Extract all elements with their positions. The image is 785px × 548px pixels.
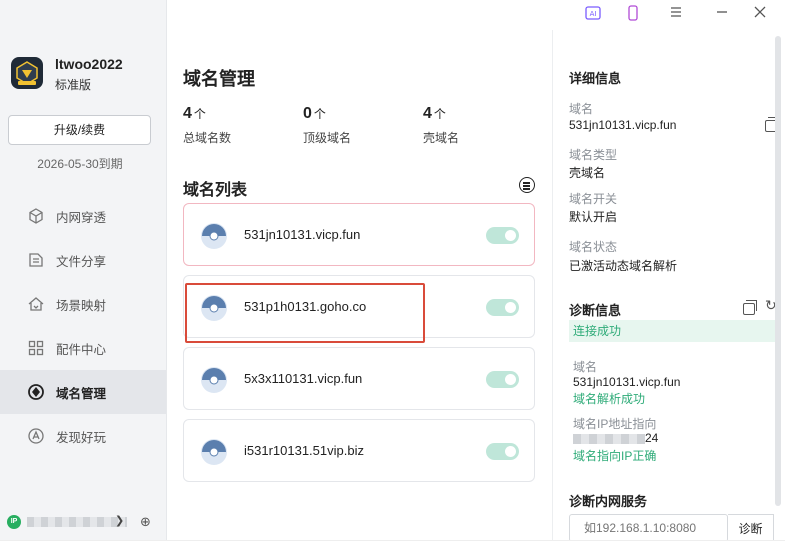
stat-value: 4 bbox=[183, 105, 192, 122]
ip-label: 域名IP地址指向 bbox=[573, 417, 657, 431]
domain-card[interactable]: 531p1h0131.goho.co bbox=[183, 275, 535, 338]
app-logo-icon bbox=[11, 57, 43, 89]
ip-badge: IP bbox=[7, 515, 21, 529]
resolve-status: 域名解析成功 bbox=[573, 392, 646, 406]
page-title: 域名管理 bbox=[183, 69, 255, 89]
sidebar-item-discover[interactable]: 发现好玩 bbox=[0, 414, 166, 458]
stat-value: 0 bbox=[303, 105, 312, 122]
domain-toggle[interactable] bbox=[486, 443, 519, 460]
ip-value: 24 bbox=[573, 431, 658, 445]
main-panel: 域名管理 4个 总域名数 0个 顶级域名 4个 壳域名 域名列表 531jn10… bbox=[167, 30, 552, 548]
type-label: 域名类型 bbox=[569, 148, 618, 162]
domain-globe-icon bbox=[201, 439, 227, 465]
masked-ip bbox=[573, 433, 645, 444]
cube-icon bbox=[29, 208, 43, 224]
close-icon[interactable] bbox=[751, 5, 769, 23]
domain-toggle[interactable] bbox=[486, 227, 519, 244]
diagnose-button[interactable]: 诊断 bbox=[728, 514, 774, 542]
domain-name: 531jn10131.vicp.fun bbox=[244, 227, 361, 242]
type-value: 壳域名 bbox=[569, 166, 606, 180]
ai-icon[interactable]: AI bbox=[584, 5, 602, 23]
discover-icon bbox=[28, 428, 44, 444]
sidebar-item-domain[interactable]: 域名管理 bbox=[0, 370, 166, 414]
chevron-right-icon[interactable]: ❯ bbox=[115, 514, 124, 527]
domain-icon bbox=[28, 384, 44, 400]
scrollbar[interactable] bbox=[775, 36, 781, 506]
menu-icon[interactable] bbox=[667, 5, 685, 23]
domain-list-title: 域名列表 bbox=[183, 182, 248, 199]
sidebar-item-accessories[interactable]: 配件中心 bbox=[0, 326, 166, 370]
stat-label: 总域名数 bbox=[183, 131, 232, 145]
ip-suffix: 24 bbox=[645, 431, 659, 445]
svg-text:AI: AI bbox=[590, 10, 597, 18]
sidebar-item-label: 文件分享 bbox=[56, 254, 107, 269]
intranet-diag-title: 诊断内网服务 bbox=[569, 494, 648, 509]
upgrade-button[interactable]: 升级/续费 bbox=[8, 115, 151, 145]
masked-ip bbox=[27, 517, 127, 527]
detail-title: 详细信息 bbox=[569, 71, 622, 86]
stat-shell: 4个 壳域名 bbox=[423, 105, 459, 146]
detail-panel: 详细信息 域名 531jn10131.vicp.fun 域名类型 壳域名 域名开… bbox=[552, 30, 785, 548]
domain-card[interactable]: 5x3x110131.vicp.fun bbox=[183, 347, 535, 410]
domain-globe-icon bbox=[201, 295, 227, 321]
sidebar-nav: 内网穿透 文件分享 场景映射 配件中心 域名管理 发现好玩 bbox=[0, 194, 166, 458]
diag-address-input[interactable] bbox=[569, 514, 728, 542]
stat-label: 顶级域名 bbox=[303, 131, 352, 145]
status-label: 域名状态 bbox=[569, 240, 618, 254]
domain-label: 域名 bbox=[569, 102, 594, 116]
title-bar: AI bbox=[167, 0, 785, 30]
sidebar-item-label: 内网穿透 bbox=[56, 210, 107, 225]
domain-globe-icon bbox=[201, 223, 227, 249]
sidebar-item-intranet[interactable]: 内网穿透 bbox=[0, 194, 166, 238]
domain-name: i531r10131.51vip.biz bbox=[244, 443, 364, 458]
domain-name: 5x3x110131.vicp.fun bbox=[244, 371, 363, 386]
diag-domain-label: 域名 bbox=[573, 360, 598, 374]
user-name: ltwoo2022 bbox=[55, 56, 123, 72]
app-window: ltwoo2022 标准版 升级/续费 2026-05-30到期 内网穿透 文件… bbox=[0, 0, 785, 548]
domain-card[interactable]: 531jn10131.vicp.fun bbox=[183, 203, 535, 266]
domain-toggle[interactable] bbox=[486, 299, 519, 316]
domain-card[interactable]: i531r10131.51vip.biz bbox=[183, 419, 535, 482]
sidebar: ltwoo2022 标准版 升级/续费 2026-05-30到期 内网穿透 文件… bbox=[0, 0, 167, 548]
connect-status: 连接成功 bbox=[569, 320, 779, 342]
ip-status: 域名指向IP正确 bbox=[573, 449, 657, 463]
stat-unit: 个 bbox=[193, 107, 206, 121]
domain-globe-icon bbox=[201, 367, 227, 393]
expire-date: 2026-05-30到期 bbox=[37, 157, 123, 171]
phone-icon[interactable] bbox=[624, 5, 642, 23]
bottom-strip bbox=[0, 540, 785, 548]
diag-domain-value: 531jn10131.vicp.fun bbox=[573, 375, 681, 389]
diagnosis-title: 诊断信息 bbox=[569, 303, 622, 318]
grid-icon bbox=[28, 340, 44, 356]
sidebar-item-scene-map[interactable]: 场景映射 bbox=[0, 282, 166, 326]
minimize-icon[interactable] bbox=[713, 5, 731, 23]
stat-unit: 个 bbox=[433, 107, 446, 121]
sidebar-item-file-share[interactable]: 文件分享 bbox=[0, 238, 166, 282]
home-map-icon bbox=[28, 297, 44, 311]
file-share-icon bbox=[29, 253, 43, 267]
domain-name: 531p1h0131.goho.co bbox=[244, 299, 367, 314]
stat-total: 4个 总域名数 bbox=[183, 105, 231, 146]
stat-value: 4 bbox=[423, 105, 432, 122]
sidebar-item-label: 配件中心 bbox=[56, 342, 107, 357]
switch-value: 默认开启 bbox=[569, 210, 618, 224]
status-bar: IP ❯ ⊕ bbox=[7, 514, 157, 530]
sidebar-item-label: 场景映射 bbox=[56, 298, 107, 313]
sidebar-item-label: 域名管理 bbox=[56, 386, 107, 401]
stat-top-level: 0个 顶级域名 bbox=[303, 105, 351, 146]
user-plan: 标准版 bbox=[55, 78, 92, 92]
list-menu-icon[interactable] bbox=[519, 177, 535, 193]
domain-toggle[interactable] bbox=[486, 371, 519, 388]
sidebar-item-label: 发现好玩 bbox=[56, 430, 107, 445]
search-zoom-icon[interactable]: ⊕ bbox=[140, 514, 151, 530]
stat-unit: 个 bbox=[313, 107, 326, 121]
status-value: 已激活动态域名解析 bbox=[569, 259, 678, 273]
stat-label: 壳域名 bbox=[423, 131, 460, 145]
switch-label: 域名开关 bbox=[569, 192, 618, 206]
copy-diagnosis-icon[interactable] bbox=[743, 300, 757, 315]
domain-value: 531jn10131.vicp.fun bbox=[569, 118, 677, 132]
